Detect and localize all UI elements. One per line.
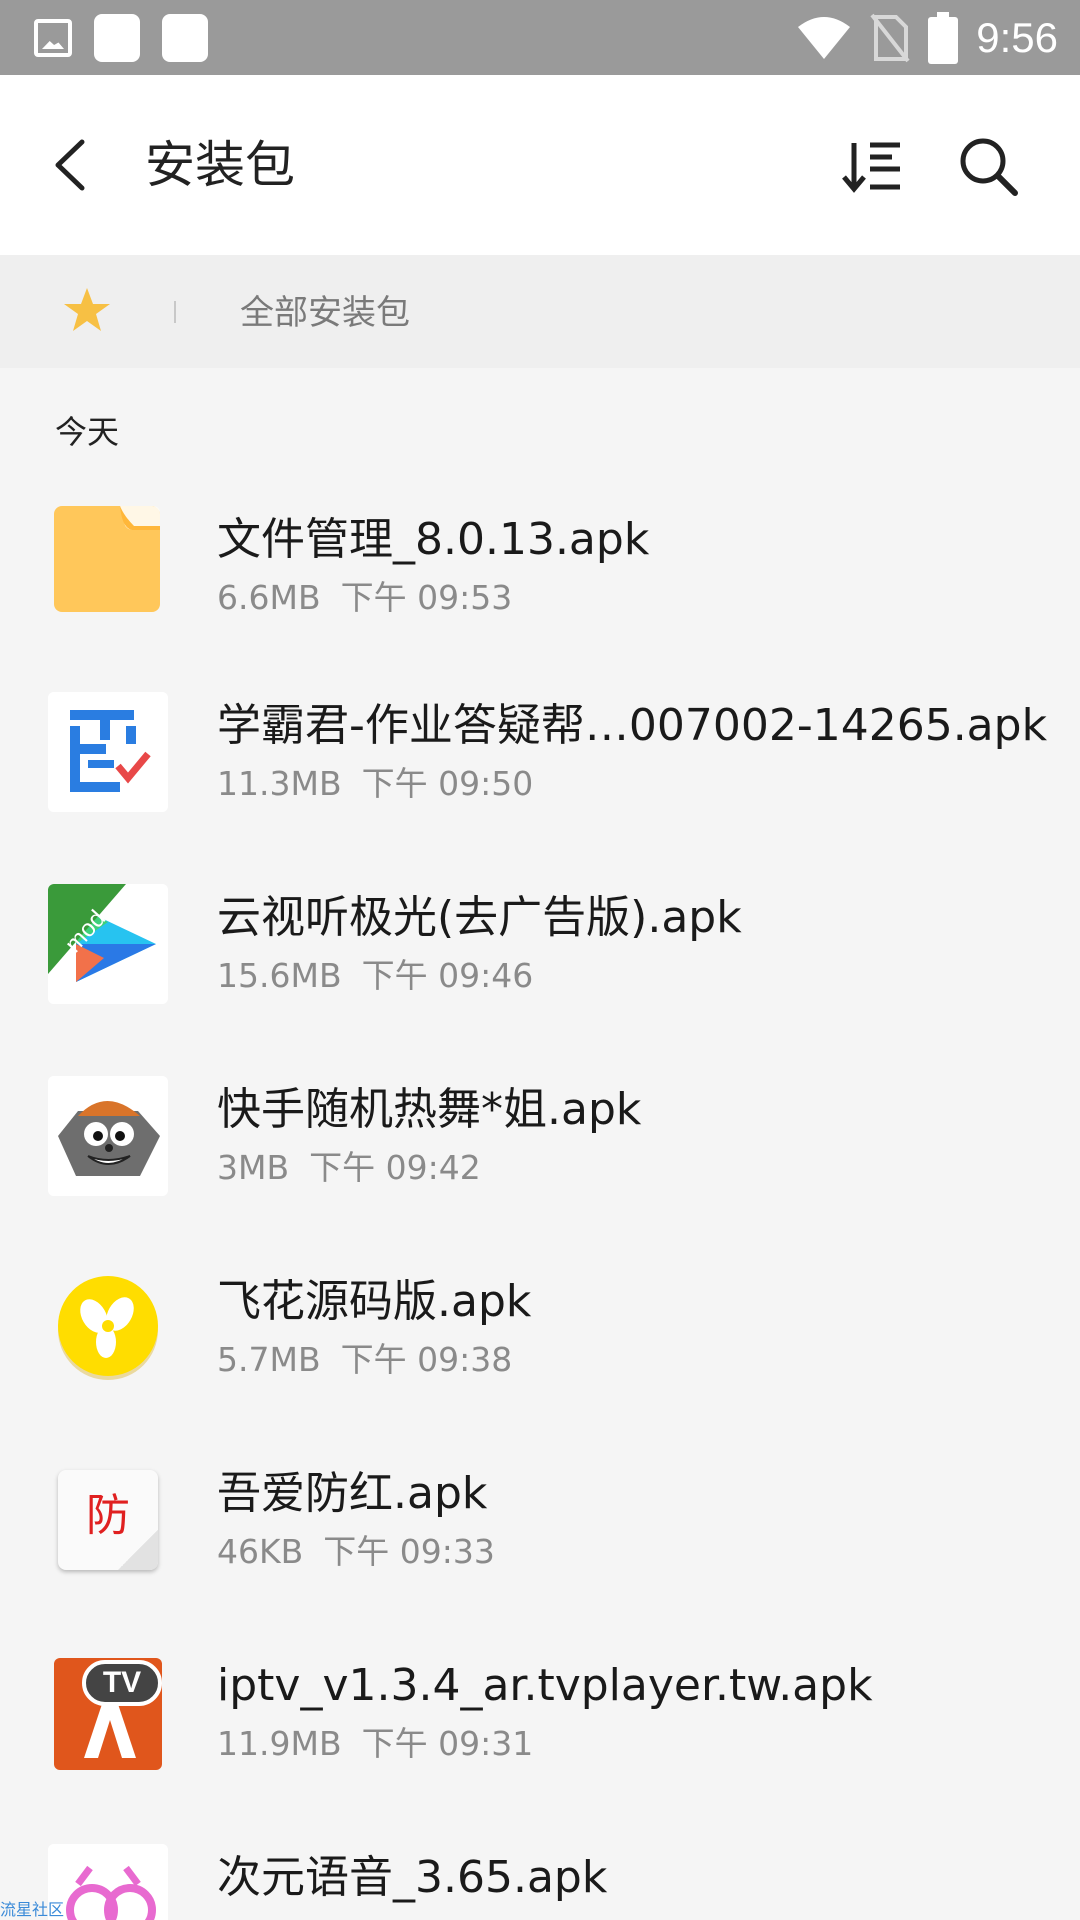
video-play-app-icon: mod [48,884,168,1004]
file-size: 11.3MB [217,764,342,803]
file-size: 11.9MB [217,1724,342,1763]
file-name: 云视听极光(去广告版).apk [217,892,742,943]
file-name: 吾爱防红.apk [217,1468,488,1519]
file-name: 快手随机热舞*姐.apk [217,1084,642,1135]
file-time: 下午 09:42 [309,1148,481,1187]
star-icon [64,288,110,331]
sort-button[interactable] [840,135,904,199]
icon-fold-decoration [118,1530,158,1570]
file-size: 3MB [217,1148,290,1187]
file-size: 46KB [217,1532,304,1571]
file-name: iptv_v1.3.4_ar.tvplayer.tw.apk [217,1660,873,1711]
file-name: 飞花源码版.apk [217,1276,532,1327]
list-item[interactable]: 防 吾爱防红.apk 46KB 下午 09:33 [0,1460,1080,1652]
list-item[interactable]: TV iptv_v1.3.4_ar.tvplayer.tw.apk 11.9MB… [0,1652,1080,1844]
list-item[interactable]: mod 云视听极光(去广告版).apk 15.6MB 下午 09:46 [0,884,1080,1076]
cartoon-wolf-app-icon [48,1076,168,1196]
status-bar: 9:56 [0,0,1080,75]
file-time: 下午 09:50 [361,764,534,803]
back-button[interactable] [40,130,110,200]
file-time: 下午 09:46 [361,956,534,995]
file-size: 15.6MB [217,956,342,995]
file-name: 学霸君-作业答疑帮…007002-14265.apk [217,700,1048,751]
yellow-flower-app-icon [48,1268,168,1388]
file-time: 下午 09:53 [340,578,513,617]
file-meta: 6.6MB 下午 09:53 [217,576,512,620]
favorites-button[interactable] [62,285,112,335]
file-time: 下午 09:33 [323,1532,495,1571]
filter-divider [174,301,176,323]
file-meta: 11.9MB 下午 09:31 [217,1722,533,1766]
back-arrow-icon [55,139,85,191]
section-header-today: 今天 [55,413,120,451]
page-title: 安装包 [145,136,295,194]
file-time: 下午 09:31 [361,1724,534,1763]
folder-icon [54,506,160,612]
file-name: 文件管理_8.0.13.apk [217,514,650,565]
filter-bar: 全部安装包 [0,255,1080,368]
file-time: 下午 09:38 [340,1340,513,1379]
pink-character-app-icon [48,1844,168,1920]
list-item[interactable]: 文件管理_8.0.13.apk 6.6MB 下午 09:53 [0,506,1080,698]
file-meta: 5.7MB 下午 09:38 [217,1338,512,1382]
search-icon [960,138,1018,196]
filter-all-packages[interactable]: 全部安装包 [240,291,410,335]
search-button[interactable] [955,133,1021,199]
file-meta: 46KB 下午 09:33 [217,1530,495,1574]
sort-icon [842,142,900,193]
list-item[interactable]: 学霸君-作业答疑帮…007002-14265.apk 11.3MB 下午 09:5… [0,692,1080,884]
wifi-icon [798,17,851,59]
notification-box-icon [162,14,208,62]
notification-box-icon [94,14,140,62]
file-size: 5.7MB [217,1340,321,1379]
battery-icon [928,12,959,64]
file-meta: 11.3MB 下午 09:50 [217,762,533,806]
xuebajun-app-icon [48,692,168,812]
list-item[interactable]: 飞花源码版.apk 5.7MB 下午 09:38 [0,1268,1080,1460]
app-bar: 安装包 [0,75,1080,255]
list-item[interactable]: 次元语音_3.65.apk [0,1844,1080,1920]
image-notification-icon [34,19,72,57]
file-meta: 3MB 下午 09:42 [217,1146,481,1190]
tv-app-icon: TV [54,1658,162,1770]
file-meta: 15.6MB 下午 09:46 [217,954,533,998]
list-item[interactable]: 快手随机热舞*姐.apk 3MB 下午 09:42 [0,1076,1080,1268]
status-time: 9:56 [976,14,1058,61]
watermark: 流星社区 [0,1900,65,1919]
file-name: 次元语音_3.65.apk [217,1852,608,1903]
app-icon-label: TV [102,1666,142,1699]
file-size: 6.6MB [217,578,321,617]
fang-character-app-icon: 防 [58,1470,158,1570]
no-sim-icon [870,13,910,63]
